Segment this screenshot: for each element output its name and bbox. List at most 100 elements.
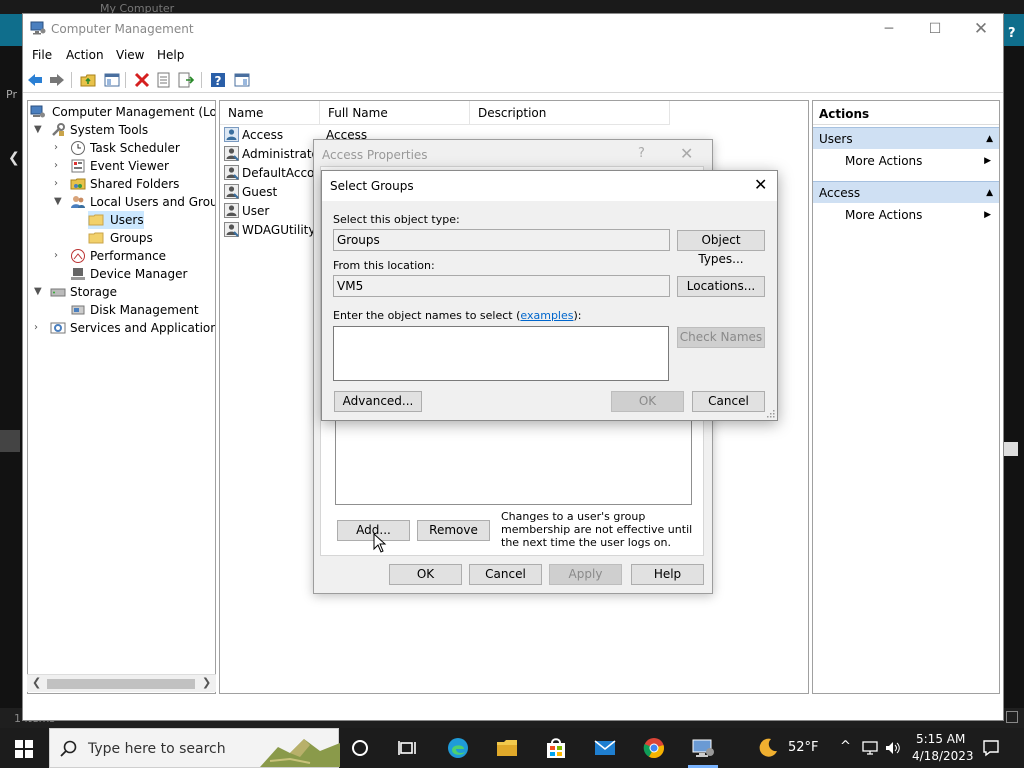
users-groups-icon: [71, 196, 85, 208]
examples-link[interactable]: examples: [520, 309, 573, 322]
actions-section-access[interactable]: Access ▲: [813, 181, 999, 203]
tree-label: Shared Folders: [90, 177, 180, 191]
forward-arrow-icon[interactable]: [48, 71, 66, 89]
column-header-description[interactable]: Description: [470, 101, 670, 125]
collapse-arrow-icon[interactable]: ▼: [34, 124, 42, 135]
section-label: Access: [819, 186, 861, 200]
list-item[interactable]: Administrator: [224, 145, 324, 164]
advanced-button[interactable]: Advanced...: [334, 391, 422, 412]
locations-button[interactable]: Locations...: [677, 276, 765, 297]
system-tools-icon: [52, 123, 65, 136]
ok-button[interactable]: OK: [611, 391, 684, 412]
scroll-right-icon[interactable]: ❯: [202, 676, 211, 689]
object-types-button[interactable]: Object Types...: [677, 230, 765, 266]
member-of-list[interactable]: [335, 415, 692, 505]
weather-moon-icon[interactable]: [756, 736, 780, 760]
list-item[interactable]: DefaultAcco...: [224, 164, 326, 183]
actions-pane: Actions Users ▲ More Actions ▶ Access ▲ …: [812, 100, 1000, 694]
show-hidden-icons-chevron-icon[interactable]: ^: [840, 739, 851, 754]
show-hide-console-tree-icon[interactable]: [103, 71, 121, 89]
edge-browser-icon[interactable]: [446, 736, 470, 760]
volume-icon[interactable]: [885, 741, 901, 755]
weather-temperature[interactable]: 52°F: [788, 740, 819, 755]
properties-icon[interactable]: [155, 71, 173, 89]
tree-horizontal-scrollbar[interactable]: ❮ ❯: [27, 674, 216, 692]
delete-icon[interactable]: [133, 71, 151, 89]
expand-arrow-icon[interactable]: ›: [54, 250, 58, 261]
toolbar: ?: [23, 67, 1003, 93]
dialog-title: Select Groups: [330, 179, 414, 193]
list-item[interactable]: WDAGUtility...: [224, 221, 325, 240]
scrollbar-thumb[interactable]: [47, 679, 195, 689]
notification-center-icon[interactable]: [982, 739, 1000, 757]
menu-action[interactable]: Action: [66, 48, 104, 62]
clock-date[interactable]: 4/18/2023: [912, 749, 974, 763]
help-icon[interactable]: ?: [209, 71, 227, 89]
help-button[interactable]: Help: [631, 564, 704, 585]
background-block-right: [1004, 442, 1018, 456]
menu-view[interactable]: View: [116, 48, 144, 62]
object-names-input[interactable]: [333, 326, 669, 381]
search-icon: [60, 740, 77, 757]
user-name: Access: [242, 128, 284, 142]
close-icon[interactable]: ✕: [754, 175, 767, 194]
task-view-icon[interactable]: [396, 736, 420, 760]
microsoft-store-icon[interactable]: [544, 736, 568, 760]
label-text: Enter the object names to select (: [333, 309, 521, 322]
close-button[interactable]: ✕: [958, 14, 1004, 44]
close-icon[interactable]: ✕: [680, 144, 693, 163]
back-arrow-icon[interactable]: [26, 71, 44, 89]
tree-item-users[interactable]: Users: [88, 211, 144, 229]
check-names-button[interactable]: Check Names: [677, 327, 765, 348]
export-list-icon[interactable]: [177, 71, 195, 89]
ok-button[interactable]: OK: [389, 564, 462, 585]
collapse-triangle-icon[interactable]: ▲: [986, 128, 993, 150]
mail-icon[interactable]: [593, 736, 617, 760]
clock-time[interactable]: 5:15 AM: [916, 732, 965, 746]
column-header-full-name[interactable]: Full Name: [320, 101, 470, 125]
list-item[interactable]: Access Access: [224, 126, 367, 145]
background-label: Pr: [6, 88, 17, 101]
performance-icon: [71, 249, 85, 263]
resize-grip-icon[interactable]: [765, 408, 775, 418]
computer-management-icon: [30, 105, 45, 118]
help-icon[interactable]: ?: [638, 146, 645, 161]
chrome-browser-icon[interactable]: [642, 736, 666, 760]
expand-arrow-icon[interactable]: ›: [54, 160, 58, 171]
collapse-arrow-icon[interactable]: ▼: [54, 196, 62, 207]
more-actions-access[interactable]: More Actions ▶: [845, 205, 995, 225]
list-item[interactable]: Guest: [224, 183, 277, 202]
membership-note: Changes to a user's group membership are…: [501, 510, 693, 549]
toolbar-separator: [125, 72, 126, 88]
maximize-button[interactable]: ☐: [912, 14, 958, 44]
file-explorer-icon[interactable]: [495, 736, 519, 760]
taskbar-search-box[interactable]: Type here to search: [49, 728, 340, 768]
mouse-cursor-icon: [373, 533, 387, 553]
actions-title: Actions: [813, 103, 999, 125]
apply-button[interactable]: Apply: [549, 564, 622, 585]
collapse-arrow-icon[interactable]: ▼: [34, 286, 42, 297]
minimize-button[interactable]: ─: [866, 14, 912, 44]
more-actions-users[interactable]: More Actions ▶: [845, 151, 995, 171]
windows-start-icon[interactable]: [15, 740, 33, 758]
cortana-icon[interactable]: [348, 736, 372, 760]
up-folder-icon[interactable]: [79, 71, 97, 89]
expand-arrow-icon[interactable]: ›: [54, 178, 58, 189]
actions-section-users[interactable]: Users ▲: [813, 127, 999, 149]
list-item[interactable]: User: [224, 202, 269, 221]
scroll-left-icon[interactable]: ❮: [32, 676, 41, 689]
remove-button[interactable]: Remove: [417, 520, 490, 541]
expand-arrow-icon[interactable]: ›: [34, 322, 38, 333]
expand-arrow-icon[interactable]: ›: [54, 142, 58, 153]
column-header-name[interactable]: Name: [220, 101, 320, 125]
menu-help[interactable]: Help: [157, 48, 184, 62]
show-hide-action-pane-icon[interactable]: [233, 71, 251, 89]
computer-management-taskbar-icon[interactable]: [691, 736, 715, 760]
cancel-button[interactable]: Cancel: [692, 391, 765, 412]
tree-label: Local Users and Groups: [90, 195, 215, 209]
collapse-triangle-icon[interactable]: ▲: [986, 182, 993, 204]
network-icon[interactable]: [862, 741, 878, 755]
menu-file[interactable]: File: [32, 48, 52, 62]
computer-management-icon: [30, 21, 46, 35]
cancel-button[interactable]: Cancel: [469, 564, 542, 585]
